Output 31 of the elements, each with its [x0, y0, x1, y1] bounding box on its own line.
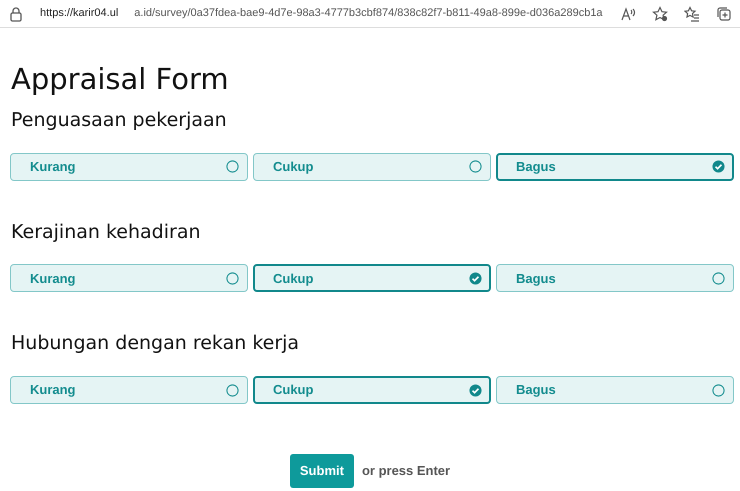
check-circle-icon [712, 160, 725, 174]
radio-circle-icon [226, 384, 239, 397]
radio-circle-icon [712, 272, 725, 285]
option-button[interactable]: Cukup [253, 376, 491, 404]
question-label: Hubungan dengan rekan kerja [11, 332, 300, 356]
favorites-list-icon[interactable] [684, 6, 700, 22]
url-text[interactable]: https://karir04.ul [40, 5, 118, 22]
url-text[interactable]: a.id/survey/0a37fdea-bae9-4d7e-98a3-4777b3cbf874/838c82f7-b811-49a8-899e-d036a289cb1a [134, 5, 603, 22]
option-button[interactable]: Cukup [253, 264, 491, 292]
radio-circle-icon [226, 160, 239, 174]
option-button[interactable]: Bagus [496, 264, 734, 292]
lock-icon[interactable] [8, 6, 24, 22]
option-button[interactable]: Kurang [10, 264, 248, 292]
radio-circle-icon [469, 160, 482, 174]
option-button[interactable]: Cukup [253, 152, 491, 181]
read-aloud-icon[interactable] [620, 6, 636, 22]
question-label: Penguasaan pekerjaan [11, 108, 228, 132]
option-button[interactable]: Bagus [496, 376, 734, 404]
collections-icon[interactable] [716, 6, 732, 22]
option-button[interactable]: Kurang [10, 152, 248, 181]
check-circle-icon [469, 272, 482, 285]
hint-text: or press Enter [362, 462, 450, 480]
question-label: Kerajinan kehadiran [11, 220, 202, 244]
favorite-star-icon[interactable] [652, 6, 668, 22]
check-circle-icon [469, 384, 482, 397]
option-button[interactable]: Bagus [496, 152, 734, 181]
radio-circle-icon [712, 384, 725, 397]
submit-button[interactable]: Submit [290, 454, 354, 488]
form-title: Appraisal Form [11, 62, 230, 97]
option-button[interactable]: Kurang [10, 376, 248, 404]
radio-circle-icon [226, 272, 239, 285]
